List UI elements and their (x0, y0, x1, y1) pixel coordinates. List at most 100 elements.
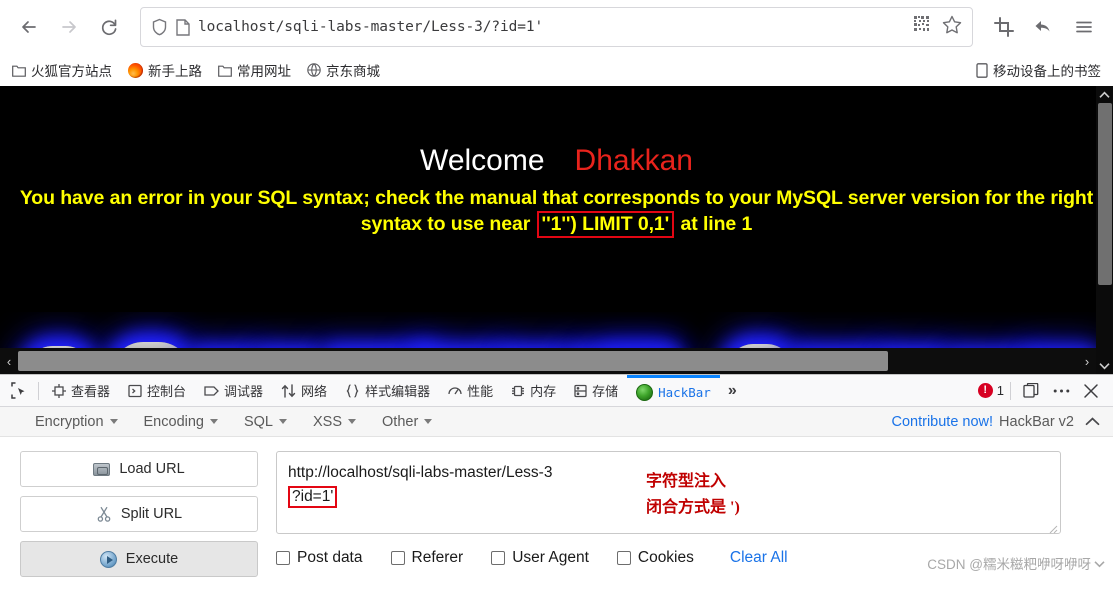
devtools-tab-network[interactable]: 网络 (272, 375, 336, 406)
bookmark-item-1[interactable]: 新手上路 (128, 60, 202, 80)
page-content: Welcome Dhakkan You have an error in your… (0, 86, 1113, 374)
menu-label: Encoding (143, 413, 204, 430)
hackbar-menu-other[interactable]: Other (369, 407, 445, 436)
contribute-link[interactable]: Contribute now! (891, 414, 993, 430)
close-icon[interactable] (1077, 377, 1105, 405)
hackbar-menu-encoding[interactable]: Encoding (131, 407, 231, 436)
devtools-tab-inspector[interactable]: 查看器 (43, 375, 119, 406)
toolbar-separator (1010, 381, 1011, 400)
devtools-overflow-icon[interactable]: » (720, 382, 745, 400)
horizontal-scroll-thumb[interactable] (18, 351, 888, 371)
browser-window: localhost/sqli-labs-master/Less-3/?id=1' (0, 0, 1113, 612)
devtools-tab-memory[interactable]: 内存 (502, 375, 565, 406)
bookmark-item-3[interactable]: 京东商城 (307, 60, 380, 80)
collapse-icon[interactable] (1080, 414, 1105, 430)
forward-button[interactable] (50, 8, 88, 46)
firefox-icon (128, 62, 143, 78)
checkbox-referer[interactable]: Referer (390, 549, 463, 567)
menu-label: XSS (313, 413, 343, 430)
scissors-icon (96, 505, 112, 523)
url-param-highlight: ?id=1' (288, 486, 338, 508)
devtools-tab-console[interactable]: 控制台 (119, 375, 195, 406)
bookmark-label: 常用网址 (237, 64, 291, 79)
bookmark-item-2[interactable]: 常用网址 (218, 60, 291, 80)
page-horizontal-scrollbar[interactable]: ‹ › (0, 348, 1096, 374)
menu-label: Other (382, 413, 419, 430)
back-button[interactable] (10, 8, 48, 46)
error-text-post: at line 1 (675, 213, 753, 236)
debugger-icon (204, 384, 219, 398)
chevron-down-icon (424, 419, 433, 424)
watermark: CSDN @糯米糍粑咿呀咿呀 (927, 553, 1105, 573)
devtools-panel: 查看器 控制台 调试器 网络 样式编辑器 性能 内存 存储 HackBar » … (0, 374, 1113, 577)
devtools-tab-style-editor[interactable]: 样式编辑器 (336, 375, 439, 406)
page-vertical-scrollbar[interactable] (1096, 86, 1113, 374)
checkbox-icon[interactable] (390, 551, 405, 565)
button-label: Load URL (119, 461, 185, 477)
checkbox-icon[interactable] (276, 551, 290, 565)
checkbox-icon[interactable] (616, 551, 631, 565)
hackbar-menu-xss[interactable]: XSS (300, 407, 369, 436)
bookmark-item-0[interactable]: 火狐官方站点 (12, 60, 112, 80)
chevron-down-icon (1094, 556, 1105, 571)
dock-icon[interactable] (1017, 377, 1045, 405)
storage-icon (574, 384, 587, 398)
scroll-left-icon[interactable]: ‹ (0, 354, 18, 369)
error-count: 1 (996, 383, 1004, 398)
checkbox-label: User Agent (512, 549, 589, 566)
mobile-bookmarks-item[interactable]: 移动设备上的书签 (976, 60, 1101, 80)
tab-label: 控制台 (147, 384, 187, 399)
hackbar-version: HackBar v2 (999, 413, 1074, 430)
element-picker-icon[interactable] (4, 376, 34, 406)
screenshot-icon[interactable] (985, 8, 1023, 46)
meatball-menu-icon[interactable] (1047, 377, 1075, 405)
vertical-scroll-thumb[interactable] (1098, 103, 1112, 285)
checkbox-user-agent[interactable]: User Agent (491, 549, 589, 567)
address-bar[interactable]: localhost/sqli-labs-master/Less-3/?id=1' (140, 7, 973, 47)
globe-icon (307, 63, 321, 77)
annotation-line-2: 闭合方式是 ') (646, 498, 740, 516)
bookmarks-toolbar: 火狐官方站点 新手上路 常用网址 京东商城 移动设备上的书签 (0, 54, 1113, 86)
url-text[interactable]: localhost/sqli-labs-master/Less-3/?id=1' (198, 19, 906, 35)
devtools-tab-hackbar[interactable]: HackBar (627, 375, 720, 406)
checkbox-post-data[interactable]: Post data (276, 549, 363, 567)
scroll-up-icon[interactable] (1096, 86, 1113, 103)
undo-icon[interactable] (1025, 8, 1063, 46)
error-count-badge[interactable]: ! 1 (977, 383, 1004, 398)
console-icon (128, 384, 142, 398)
devtools-tab-performance[interactable]: 性能 (439, 375, 502, 406)
tab-label: 内存 (530, 384, 557, 399)
execute-button[interactable]: Execute (20, 541, 258, 577)
devtools-tab-storage[interactable]: 存储 (565, 375, 627, 406)
folder-icon (12, 64, 26, 77)
bookmark-star-icon[interactable] (942, 15, 962, 39)
split-url-button[interactable]: Split URL (20, 496, 258, 532)
devtools-toolbar-right: ! 1 (977, 377, 1113, 405)
hackbar-menu-encryption[interactable]: Encryption (22, 407, 131, 436)
navigation-toolbar: localhost/sqli-labs-master/Less-3/?id=1' (0, 0, 1113, 54)
checkbox-cookies[interactable]: Cookies (616, 549, 694, 567)
hackbar-icon (636, 383, 654, 401)
menu-icon[interactable] (1065, 8, 1103, 46)
annotation-line-1: 字符型注入 (646, 473, 727, 490)
resize-grip-icon[interactable] (1045, 518, 1058, 534)
checkbox-icon[interactable] (491, 551, 506, 565)
hackbar-menu-sql[interactable]: SQL (231, 407, 300, 436)
bookmark-label: 京东商城 (326, 64, 380, 79)
load-url-button[interactable]: Load URL (20, 451, 258, 487)
shield-icon (151, 18, 168, 36)
scroll-down-icon[interactable] (1096, 357, 1113, 374)
reload-button[interactable] (90, 8, 128, 46)
performance-icon (448, 384, 462, 398)
devtools-tab-debugger[interactable]: 调试器 (195, 375, 272, 406)
tab-label: 调试器 (224, 384, 264, 399)
qr-code-icon[interactable] (914, 15, 932, 39)
error-icon: ! (977, 383, 993, 398)
hackbar-panel: Encryption Encoding SQL XSS Other Contri… (0, 407, 1113, 577)
tab-label: 网络 (301, 384, 328, 399)
scroll-right-icon[interactable]: › (1078, 354, 1096, 369)
annotation-note: 字符型注入 闭合方式是 ') (646, 469, 740, 520)
mobile-bookmarks-label: 移动设备上的书签 (993, 64, 1101, 79)
brand-text: Dhakkan (574, 144, 693, 177)
clear-all-link[interactable]: Clear All (730, 549, 788, 567)
